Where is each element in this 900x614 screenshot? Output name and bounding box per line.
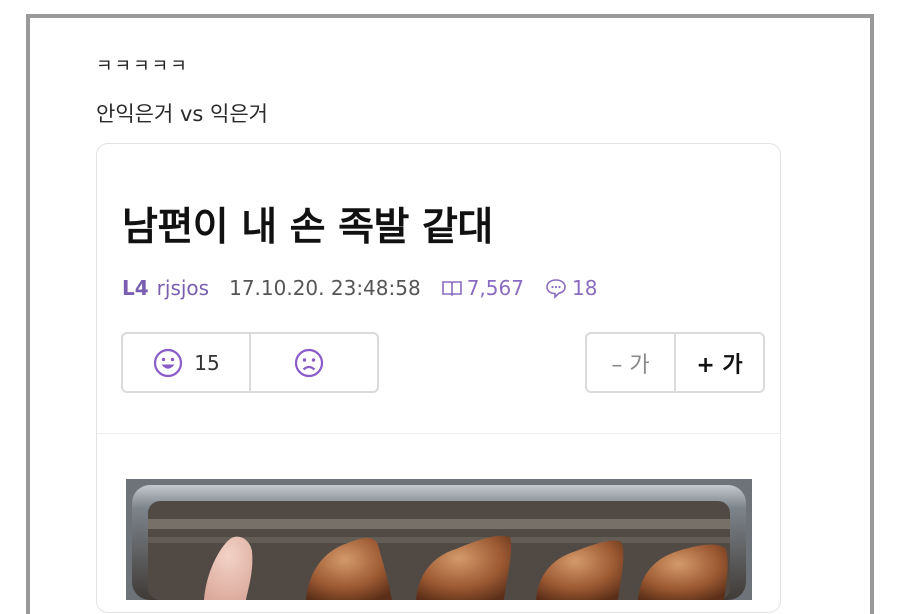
speech-bubble-icon: [546, 279, 566, 299]
caption-laugh: ㅋㅋㅋㅋㅋ: [96, 56, 189, 77]
vote-buttons: 15: [121, 332, 379, 393]
font-larger-button[interactable]: + 가: [674, 334, 763, 391]
post-title: 남편이 내 손 족발 같대: [122, 205, 493, 250]
like-count: 15: [194, 350, 220, 375]
view-count-value: 7,567: [466, 276, 524, 300]
post-meta: L4 rjsjos 17.10.20. 23:48:58 7,567 18: [122, 276, 597, 300]
post-photo: [126, 479, 752, 600]
comment-count-value: 18: [571, 276, 598, 300]
sad-face-icon: [294, 348, 324, 377]
font-size-controls: – 가 + 가: [585, 332, 765, 393]
post-datetime: 17.10.20. 23:48:58: [229, 276, 421, 300]
comment-count[interactable]: 18: [544, 276, 597, 300]
dislike-button[interactable]: [249, 334, 377, 391]
username-link[interactable]: rjsjos: [157, 276, 209, 300]
happy-face-icon: [154, 348, 183, 377]
user-level-badge: L4: [122, 276, 149, 300]
book-icon: [441, 281, 462, 297]
font-smaller-button[interactable]: – 가: [587, 334, 674, 391]
caption-comparison: 안익은거 vs 익은거: [96, 102, 268, 126]
content-divider: [97, 433, 780, 434]
photo-icon: [126, 479, 752, 600]
like-button[interactable]: 15: [123, 334, 249, 391]
view-count: 7,567: [441, 276, 524, 300]
